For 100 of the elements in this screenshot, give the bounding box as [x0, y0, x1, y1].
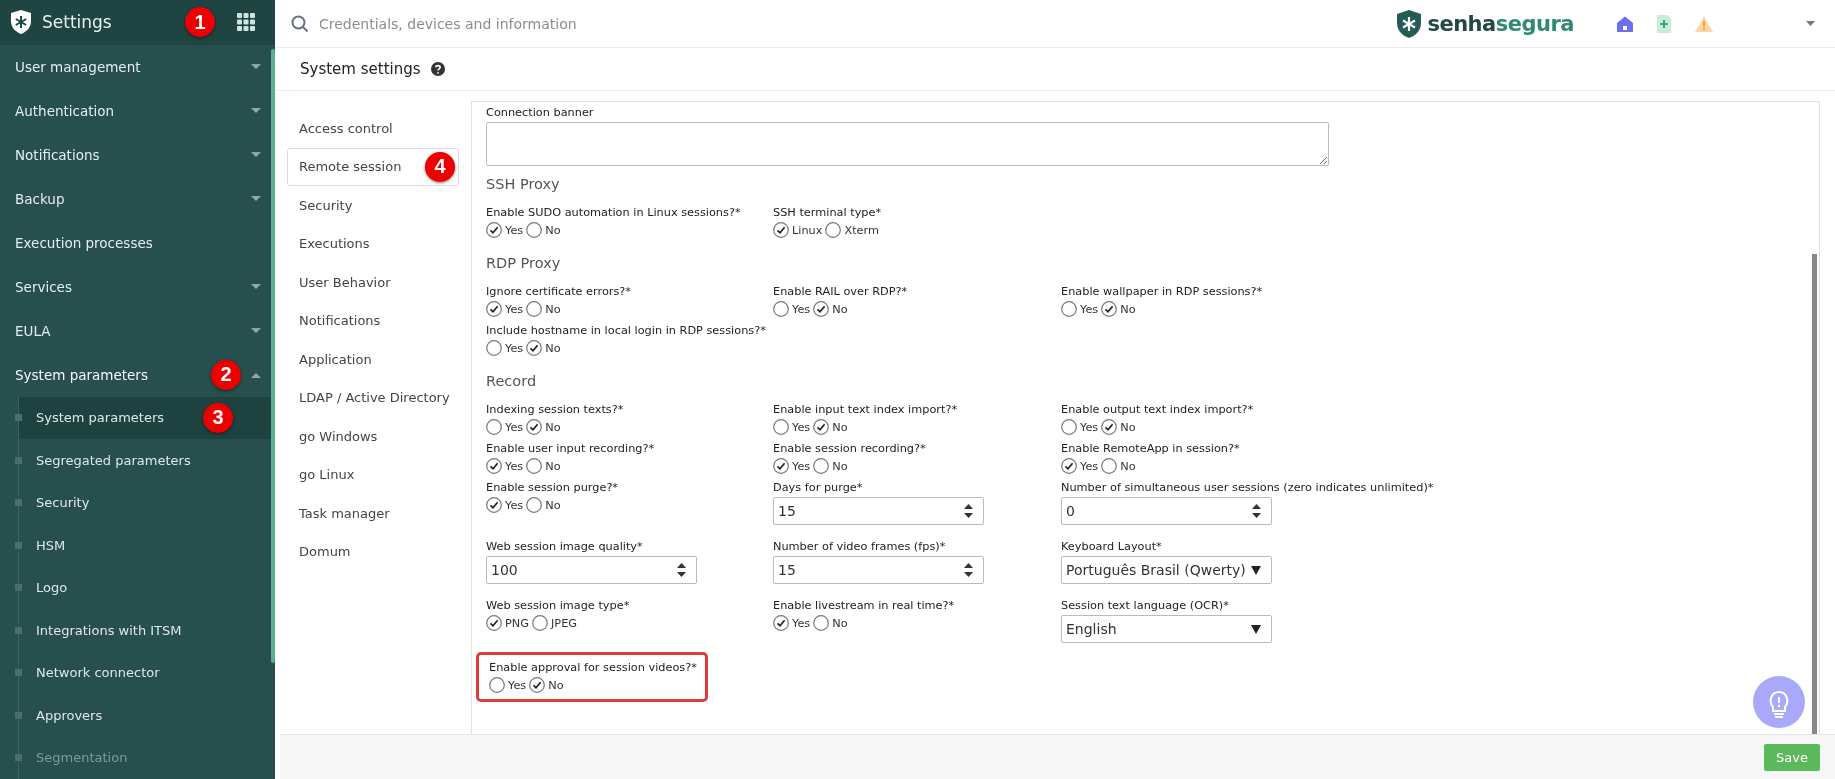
option-label: No — [1120, 459, 1136, 473]
section-heading: RDP Proxy — [486, 255, 562, 271]
settings-tab[interactable]: Security — [287, 186, 459, 225]
scrollbar[interactable] — [271, 49, 275, 663]
field-label: Enable approval for session videos?* — [489, 661, 697, 674]
field-label: Connection banner — [486, 106, 595, 119]
option-label: No — [545, 302, 561, 316]
apps-grid-icon[interactable] — [237, 13, 255, 32]
option-label: No — [832, 420, 848, 434]
option-label: No — [548, 678, 564, 692]
field-label: Enable RemoteApp in session?* — [1061, 442, 1241, 455]
field-label: Number of simultaneous user sessions (zero indicates unlimited)* — [1061, 481, 1435, 494]
number-field[interactable]: 100 — [486, 556, 697, 584]
settings-tab[interactable]: Application — [287, 340, 459, 379]
spinner-icon — [964, 563, 973, 577]
radio-button[interactable] — [773, 419, 789, 435]
sidebar-item[interactable]: Authentication — [0, 88, 275, 133]
radio-button[interactable] — [773, 615, 789, 631]
option-label: Xterm — [844, 223, 880, 237]
spinner-icon — [1252, 504, 1261, 518]
settings-tab[interactable]: LDAP / Active Directory — [287, 378, 459, 417]
field-label: Enable user input recording?* — [486, 442, 656, 455]
radio-button[interactable] — [1061, 301, 1077, 317]
radio-button[interactable] — [526, 301, 543, 317]
field-label: Enable SUDO automation in Linux sessions?* — [486, 206, 742, 219]
radio-button[interactable] — [529, 677, 546, 693]
radio-button[interactable] — [526, 222, 543, 238]
number-badge: 1 — [185, 7, 215, 38]
field-label: Enable session recording?* — [773, 442, 927, 455]
field-label: Session text language (OCR)* — [1061, 599, 1230, 612]
warning-icon[interactable] — [1694, 14, 1714, 33]
radio-button[interactable] — [1061, 419, 1077, 435]
radio-button[interactable] — [1101, 301, 1118, 317]
option-label: Yes — [505, 459, 524, 473]
radio-button[interactable] — [486, 340, 502, 356]
radio-button[interactable] — [825, 222, 842, 238]
radio-button[interactable] — [813, 615, 830, 631]
settings-tab[interactable]: go Windows — [287, 417, 459, 456]
radio-button[interactable] — [813, 419, 830, 435]
field-label: Include hostname in local login in RDP sessions?* — [486, 324, 767, 337]
settings-tab[interactable]: Notifications — [287, 301, 459, 340]
radio-button[interactable] — [486, 497, 502, 513]
radio-button[interactable] — [1061, 458, 1077, 474]
scrollbar[interactable] — [1812, 254, 1817, 734]
radio-button[interactable] — [813, 458, 830, 474]
field-label: Web session image quality* — [486, 540, 644, 553]
settings-tab[interactable]: Executions — [287, 224, 459, 263]
sidebar-item[interactable]: Notifications — [0, 132, 275, 177]
radio-button[interactable] — [526, 340, 543, 356]
radio-button[interactable] — [486, 222, 502, 238]
caret-icon[interactable] — [1806, 21, 1815, 26]
number-field[interactable]: 15 — [773, 497, 984, 525]
radio-button[interactable] — [532, 615, 549, 631]
radio-button[interactable] — [486, 419, 502, 435]
number-field[interactable]: 0 — [1061, 497, 1272, 525]
option-label: No — [545, 223, 561, 237]
sidebar-subitem[interactable]: Approvers — [19, 694, 275, 737]
radio-button[interactable] — [486, 458, 502, 474]
sidebar-item[interactable]: Backup — [0, 176, 275, 221]
sidebar-item[interactable]: System parameters 2 — [0, 352, 275, 397]
number-field[interactable]: 15 — [773, 556, 984, 584]
sidebar-item[interactable]: User management — [0, 44, 275, 89]
option-label: Yes — [1080, 302, 1099, 316]
option-label: Yes — [1080, 420, 1099, 434]
dropdown[interactable]: Português Brasil (Qwerty) — [1061, 556, 1272, 584]
radio-button[interactable] — [526, 497, 543, 513]
tree-bullet-icon — [15, 541, 22, 549]
sidebar-item[interactable]: Services — [0, 264, 275, 309]
settings-tab[interactable]: Task manager — [287, 494, 459, 533]
radio-button[interactable] — [486, 301, 502, 317]
section-heading: SSH Proxy — [486, 176, 561, 192]
settings-tab[interactable]: Access control — [287, 109, 459, 148]
radio-button[interactable] — [813, 301, 830, 317]
sidebar-subitem[interactable]: Logo — [19, 566, 275, 609]
sidebar-subitem[interactable]: Network connector — [19, 651, 275, 694]
radio-button[interactable] — [1101, 419, 1118, 435]
settings-tab[interactable]: Domum — [287, 532, 459, 571]
radio-button[interactable] — [526, 458, 543, 474]
lightbulb-button[interactable] — [1753, 676, 1805, 728]
sidebar-item[interactable]: Execution processes — [0, 220, 275, 265]
radio-button[interactable] — [486, 615, 502, 631]
dropdown[interactable]: English — [1061, 615, 1272, 643]
radio-button[interactable] — [526, 419, 543, 435]
radio-button[interactable] — [773, 301, 789, 317]
sidebar-subitem[interactable]: Integrations with ITSM — [19, 609, 275, 652]
sidebar-item[interactable]: EULA — [0, 308, 275, 353]
radio-button[interactable] — [1101, 458, 1118, 474]
radio-button[interactable] — [773, 458, 789, 474]
add-document-icon[interactable] — [1656, 13, 1672, 34]
sidebar-subitem[interactable]: Segregated parameters — [19, 439, 275, 482]
help-icon[interactable] — [430, 62, 445, 76]
sidebar-subitem[interactable]: HSM — [19, 524, 275, 567]
sidebar-subitem[interactable]: Security — [19, 481, 275, 524]
shield-logo-icon — [1396, 8, 1423, 39]
radio-button[interactable] — [773, 222, 789, 238]
radio-button[interactable] — [489, 677, 505, 693]
settings-tab[interactable]: go Linux — [287, 455, 459, 494]
field-label: Enable RAIL over RDP?* — [773, 285, 909, 298]
settings-tab[interactable]: User Behavior — [287, 263, 459, 302]
home-icon[interactable] — [1616, 14, 1634, 33]
